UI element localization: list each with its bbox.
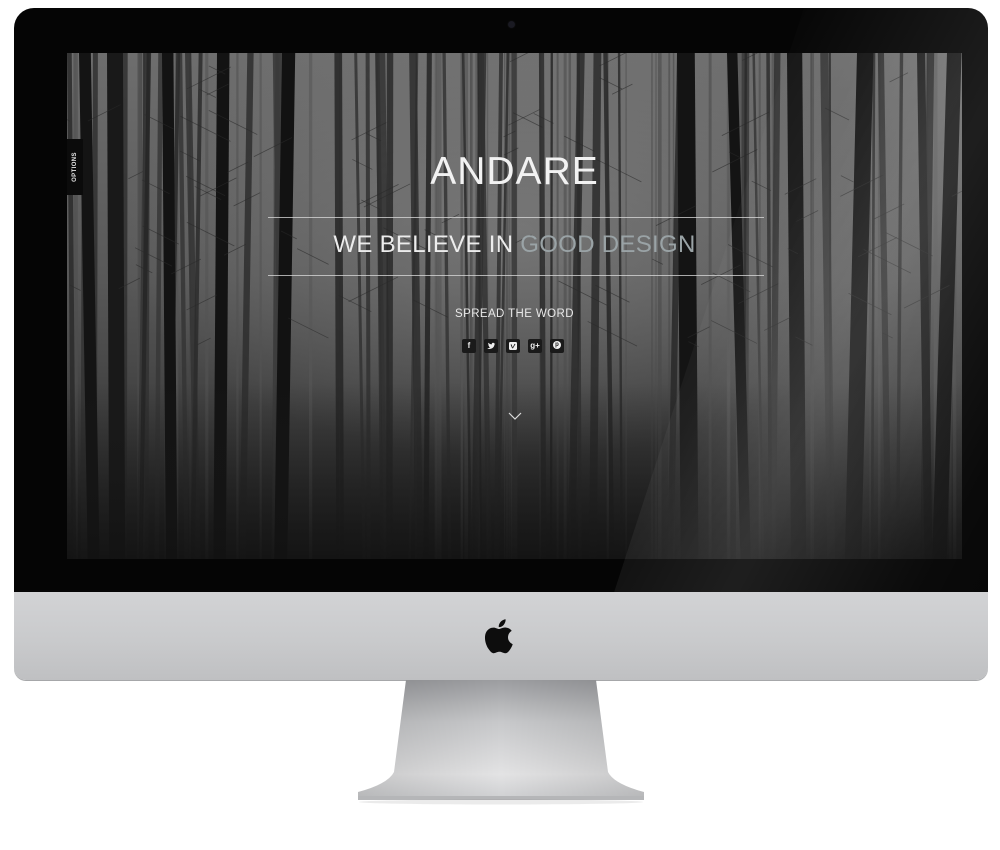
- apple-logo-icon: [484, 619, 513, 654]
- tagline-accent: GOOD DESIGN: [520, 231, 696, 258]
- chevron-down-icon[interactable]: [508, 411, 522, 421]
- divider-bottom: [268, 275, 764, 276]
- facebook-icon[interactable]: f: [462, 339, 476, 353]
- tagline-text: WE BELIEVE IN: [333, 231, 521, 258]
- twitter-icon[interactable]: [484, 339, 498, 353]
- social-links: f g+ p: [462, 339, 564, 353]
- website-screen: OPTIONS ANDARE WE BELIEVE IN GOOD DESIGN…: [67, 53, 962, 559]
- pinterest-icon[interactable]: p: [550, 339, 564, 353]
- divider-top: [268, 217, 764, 218]
- webcam: [508, 21, 515, 28]
- imac-mockup: OPTIONS ANDARE WE BELIEVE IN GOOD DESIGN…: [0, 0, 1000, 850]
- tagline: WE BELIEVE IN GOOD DESIGN: [67, 231, 962, 259]
- forest-background-image: [67, 53, 962, 559]
- spread-the-word-label: SPREAD THE WORD: [455, 308, 574, 320]
- monitor-stand: [358, 680, 644, 805]
- google-plus-icon[interactable]: g+: [528, 339, 542, 353]
- site-title: ANDARE: [430, 150, 599, 193]
- vimeo-icon[interactable]: [506, 339, 520, 353]
- monitor-bezel: OPTIONS ANDARE WE BELIEVE IN GOOD DESIGN…: [14, 8, 988, 592]
